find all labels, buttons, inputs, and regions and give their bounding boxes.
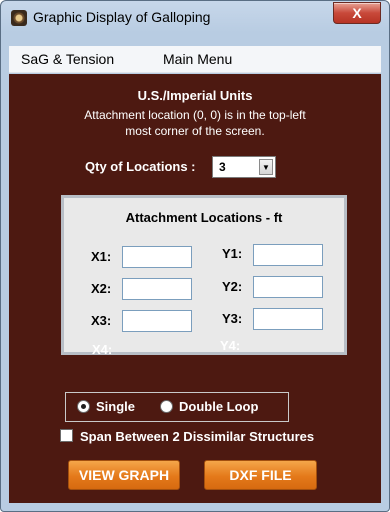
title-bar[interactable]: Graphic Display of Galloping X — [1, 1, 389, 33]
view-graph-button[interactable]: VIEW GRAPH — [68, 460, 180, 490]
units-title: U.S./Imperial Units — [137, 88, 253, 103]
attachment-note-line2: most corner of the screen. — [125, 124, 265, 138]
menu-item-main-menu[interactable]: Main Menu — [163, 51, 232, 67]
dxf-file-button[interactable]: DXF FILE — [204, 460, 317, 490]
menu-bar: SaG & Tension Main Menu — [9, 46, 381, 73]
attachment-note-line1: Attachment location (0, 0) is in the top… — [84, 108, 306, 122]
qty-value: 3 — [219, 160, 226, 174]
galloping-app-icon — [11, 10, 27, 26]
app-window: Graphic Display of Galloping X SaG & Ten… — [0, 0, 390, 512]
radio-selected-dot — [81, 404, 86, 409]
x4-label: X4: — [92, 342, 113, 357]
y2-input[interactable] — [253, 276, 323, 298]
close-icon[interactable]: X — [333, 2, 381, 24]
y1-label: Y1: — [222, 246, 243, 261]
x1-label: X1: — [91, 249, 112, 264]
y3-label: Y3: — [222, 311, 243, 326]
single-radio[interactable] — [77, 400, 90, 413]
attachment-locations-title: Attachment Locations - ft — [125, 210, 283, 225]
x2-label: X2: — [91, 281, 112, 296]
qty-of-locations-select[interactable]: 3 ▼ — [212, 156, 276, 178]
main-content: U.S./Imperial Units Attachment location … — [9, 74, 381, 503]
x2-input[interactable] — [122, 278, 192, 300]
single-radio-label[interactable]: Single — [96, 399, 135, 414]
y2-label: Y2: — [222, 279, 243, 294]
chevron-down-icon[interactable]: ▼ — [259, 159, 273, 175]
qty-label: Qty of Locations : — [85, 159, 196, 174]
x3-label: X3: — [91, 313, 112, 328]
y4-label: Y4: — [220, 338, 241, 353]
x3-input[interactable] — [122, 310, 192, 332]
attachment-locations-panel: Attachment Locations - ft X1: Y1: X2: Y2… — [61, 195, 347, 355]
double-loop-radio[interactable] — [160, 400, 173, 413]
x1-input[interactable] — [122, 246, 192, 268]
span-dissimilar-label[interactable]: Span Between 2 Dissimilar Structures — [80, 429, 314, 444]
y1-input[interactable] — [253, 244, 323, 266]
menu-item-sag-tension[interactable]: SaG & Tension — [21, 51, 114, 67]
loop-type-group: Single Double Loop — [65, 392, 289, 422]
y3-input[interactable] — [253, 308, 323, 330]
double-loop-radio-label[interactable]: Double Loop — [179, 399, 258, 414]
window-title: Graphic Display of Galloping — [33, 9, 211, 25]
span-dissimilar-checkbox[interactable] — [60, 429, 73, 442]
